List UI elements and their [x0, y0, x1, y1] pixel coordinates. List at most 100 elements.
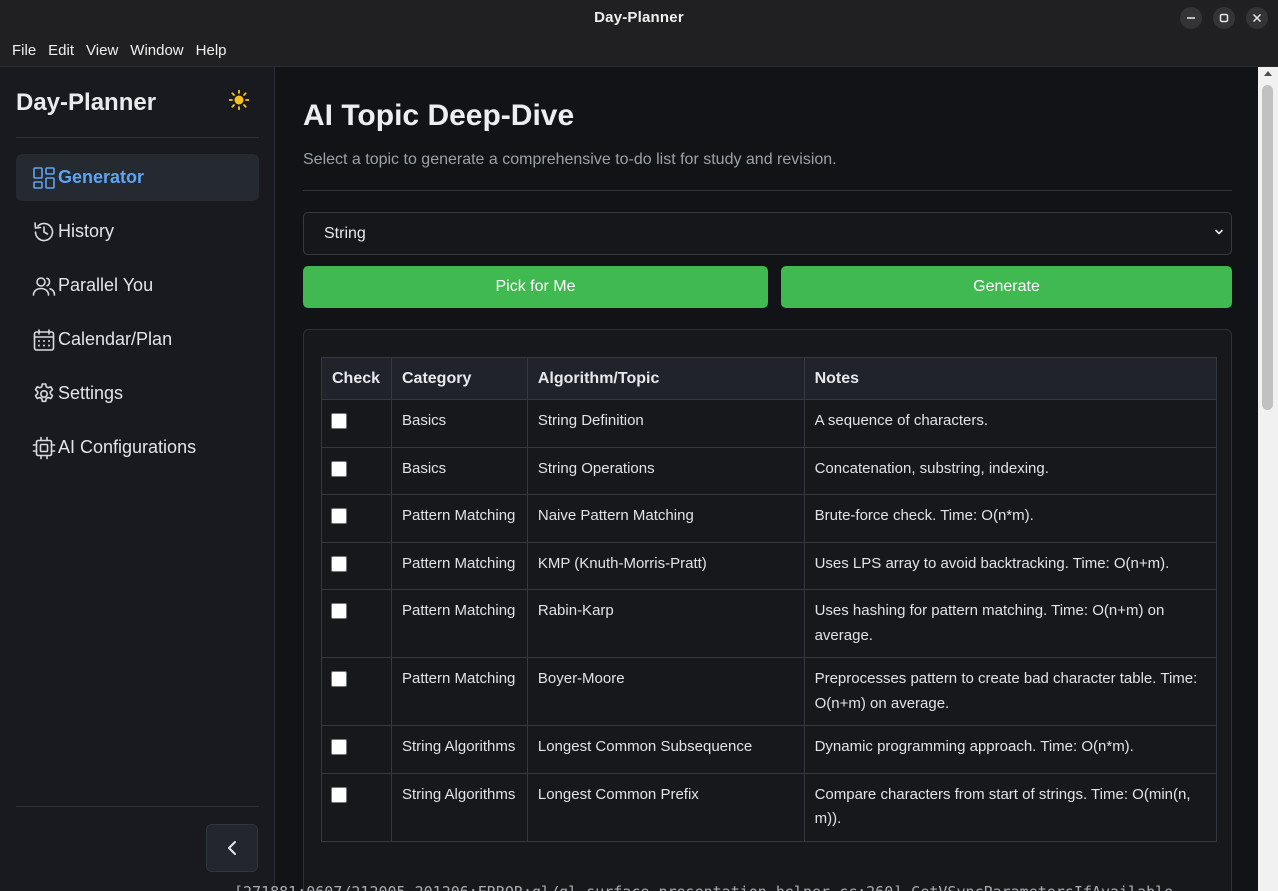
minimize-icon	[1187, 17, 1195, 19]
topic-cell: String Operations	[526, 446, 805, 495]
todo-table: Check Category Algorithm/Topic Notes Bas…	[321, 357, 1218, 842]
sidebar-item-label: Calendar/Plan	[58, 329, 173, 349]
topic-select[interactable]: String	[303, 212, 1232, 255]
category-cell: Pattern Matching	[390, 589, 528, 658]
notes-cell: Compare characters from start of strings…	[803, 772, 1218, 842]
sidebar-item-generator[interactable]: Generator	[16, 154, 259, 201]
chevron-down-icon	[1215, 229, 1223, 235]
category-cell: Pattern Matching	[390, 541, 528, 590]
results-card: Check Category Algorithm/Topic Notes Bas…	[303, 329, 1232, 891]
category-cell: String Algorithms	[390, 772, 528, 842]
dashboard-icon	[33, 166, 55, 189]
close-button[interactable]	[1246, 7, 1268, 29]
chevron-left-icon	[228, 841, 236, 855]
category-cell: String Algorithms	[390, 725, 528, 774]
category-cell: Pattern Matching	[390, 494, 528, 543]
menu-help[interactable]: Help	[190, 42, 233, 59]
sidebar-item-parallel-you[interactable]: Parallel You	[16, 262, 259, 309]
notes-cell: Concatenation, substring, indexing.	[803, 446, 1218, 495]
maximize-icon	[1219, 13, 1229, 23]
page-subtitle: Select a topic to generate a comprehensi…	[303, 151, 837, 168]
maximize-button[interactable]	[1213, 7, 1235, 29]
check-cell	[321, 589, 392, 658]
sun-icon	[228, 89, 250, 111]
theme-toggle[interactable]	[228, 89, 250, 116]
table-row: Basics String Operations Concatenation, …	[321, 446, 1218, 495]
topic-cell: Longest Common Prefix	[526, 772, 805, 842]
row-checkbox[interactable]	[331, 555, 347, 572]
pick-for-me-button[interactable]: Pick for Me	[303, 266, 768, 308]
sidebar-nav: Generator History Parallel You Calendar/…	[16, 154, 259, 478]
check-cell	[321, 772, 392, 842]
topic-cell: Boyer-Moore	[526, 657, 805, 726]
check-cell	[321, 446, 392, 495]
title-bar: Day-Planner	[0, 0, 1278, 35]
table-row: Pattern Matching KMP (Knuth-Morris-Pratt…	[321, 541, 1218, 590]
window-title: Day-Planner	[594, 9, 684, 26]
check-cell	[321, 399, 392, 448]
users-icon	[32, 276, 56, 296]
app-brand: Day-Planner	[16, 89, 157, 116]
topic-cell: Naive Pattern Matching	[526, 494, 805, 543]
sidebar-item-calendar[interactable]: Calendar/Plan	[16, 316, 259, 363]
row-checkbox[interactable]	[331, 413, 347, 429]
table-row: Pattern Matching Rabin-Karp Uses hashing…	[321, 589, 1218, 658]
menu-window[interactable]: Window	[124, 42, 189, 59]
notes-cell: Dynamic programming approach. Time: O(n*…	[803, 725, 1218, 774]
topic-cell: String Definition	[526, 399, 805, 448]
table-row: Pattern Matching Naive Pattern Matching …	[321, 494, 1218, 543]
history-icon	[34, 221, 54, 241]
sidebar-item-label: Parallel You	[58, 275, 154, 295]
category-cell: Pattern Matching	[390, 657, 528, 726]
category-cell: Basics	[390, 446, 528, 495]
sidebar-item-history[interactable]: History	[16, 208, 259, 255]
menu-bar: File Edit View Window Help	[0, 35, 1278, 67]
menu-edit[interactable]: Edit	[42, 42, 80, 59]
row-checkbox[interactable]	[331, 671, 347, 687]
terminal-log-line: [271881:0607/212005.201206:ERROR:gl/gl_s…	[234, 879, 1254, 891]
topic-cell: Longest Common Subsequence	[526, 725, 805, 774]
collapse-sidebar-button[interactable]	[206, 824, 258, 872]
topic-select-value: String	[324, 224, 366, 242]
sidebar-item-settings[interactable]: Settings	[16, 370, 259, 417]
row-checkbox[interactable]	[331, 508, 347, 524]
row-checkbox[interactable]	[331, 460, 347, 477]
row-checkbox[interactable]	[331, 739, 347, 755]
scroll-up-arrow-icon[interactable]	[1264, 71, 1272, 76]
menu-view[interactable]: View	[80, 42, 124, 59]
row-checkbox[interactable]	[331, 603, 347, 619]
column-header-notes: Notes	[803, 357, 1218, 400]
sidebar: Day-Planner Generator History Parallel Y…	[0, 67, 275, 891]
page-title: AI Topic Deep-Dive	[303, 99, 575, 132]
main-content: AI Topic Deep-Dive Select a topic to gen…	[276, 67, 1258, 891]
close-icon	[1252, 13, 1262, 23]
check-cell	[321, 725, 392, 774]
calendar-icon	[33, 328, 55, 351]
sidebar-item-ai-configurations[interactable]: AI Configurations	[16, 424, 259, 471]
check-cell	[321, 541, 392, 590]
main-scrollbar[interactable]	[1258, 67, 1278, 891]
check-cell	[321, 657, 392, 726]
cpu-icon	[32, 436, 56, 459]
notes-cell: Preprocesses pattern to create bad chara…	[803, 657, 1218, 726]
minimize-button[interactable]	[1180, 7, 1202, 29]
scrollbar-thumb[interactable]	[1262, 85, 1273, 410]
gear-icon	[34, 382, 54, 402]
table-row: String Algorithms Longest Common Subsequ…	[321, 725, 1218, 774]
window-controls	[1180, 7, 1268, 29]
menu-file[interactable]: File	[6, 42, 42, 59]
generate-button[interactable]: Generate	[781, 266, 1232, 308]
table-row: String Algorithms Longest Common Prefix …	[321, 772, 1218, 842]
sidebar-item-label: AI Configurations	[58, 437, 197, 457]
table-header-row: Check Category Algorithm/Topic Notes	[321, 357, 1218, 400]
notes-cell: A sequence of characters.	[803, 399, 1218, 448]
sidebar-footer-divider	[16, 806, 259, 807]
sidebar-item-label: Generator	[58, 167, 145, 187]
column-header-category: Category	[390, 357, 528, 400]
category-cell: Basics	[390, 399, 528, 448]
notes-cell: Brute-force check. Time: O(n*m).	[803, 494, 1218, 543]
check-cell	[321, 494, 392, 543]
table-row: Basics String Definition A sequence of c…	[321, 399, 1218, 448]
header-divider	[303, 190, 1232, 191]
row-checkbox[interactable]	[331, 786, 347, 803]
